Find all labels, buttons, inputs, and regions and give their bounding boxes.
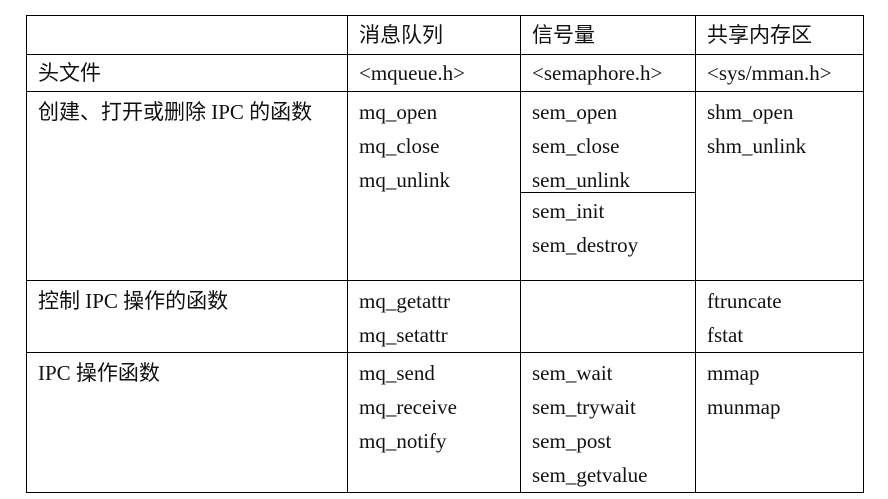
shm-create-functions: shm_open shm_unlink — [696, 92, 863, 163]
function-name: mq_notify — [359, 429, 447, 453]
function-name: mq_setattr — [359, 323, 448, 347]
function-name: sem_getvalue — [532, 463, 648, 487]
function-name: sem_post — [532, 429, 612, 453]
function-name: mq_receive — [359, 395, 457, 419]
header-row: 消息队列 信号量 共享内存区 — [26, 15, 864, 55]
function-name: shm_unlink — [707, 134, 807, 158]
function-name: mmap — [707, 361, 760, 385]
ipc-comparison-table: 消息队列 信号量 共享内存区 头文件 <mqueue.h> <semaphore… — [26, 15, 864, 493]
function-name: mq_getattr — [359, 289, 450, 313]
function-name: munmap — [707, 395, 781, 419]
function-name: sem_init — [532, 199, 605, 223]
function-name: sem_unlink — [532, 168, 630, 192]
shm-control-functions: ftruncate fstat — [696, 281, 863, 352]
function-name: fstat — [707, 323, 744, 347]
function-name: mq_open — [359, 100, 438, 124]
mq-operation-functions: mq_send mq_receive mq_notify — [348, 353, 520, 458]
function-name: sem_wait — [532, 361, 613, 385]
function-name: shm_open — [707, 100, 794, 124]
row-label-header-files: 头文件 — [38, 61, 101, 85]
row-label-operations: IPC 操作函数 — [38, 361, 160, 385]
header-corner-cell — [26, 15, 348, 55]
sem-operation-functions: sem_wait sem_trywait sem_post sem_getval… — [521, 353, 695, 492]
table-row-control: 控制 IPC 操作的函数 mq_getattr mq_setattr ftrun… — [26, 280, 864, 353]
function-name: sem_open — [532, 100, 618, 124]
shm-header-file: <sys/mman.h> — [707, 61, 832, 85]
function-name: mq_unlink — [359, 168, 451, 192]
page: 消息队列 信号量 共享内存区 头文件 <mqueue.h> <semaphore… — [0, 0, 888, 499]
function-name: mq_close — [359, 134, 440, 158]
row-label-create-open-delete: 创建、打开或删除 IPC 的函数 — [38, 100, 313, 124]
sem-header-file: <semaphore.h> — [532, 61, 663, 85]
shm-operation-functions: mmap munmap — [696, 353, 863, 424]
sem-unnamed-functions: sem_init sem_destroy — [521, 193, 695, 262]
table-row-create-open-delete: 创建、打开或删除 IPC 的函数 mq_open mq_close mq_unl… — [26, 91, 864, 281]
function-name: ftruncate — [707, 289, 782, 313]
function-name: mq_send — [359, 361, 435, 385]
table-row-header-files: 头文件 <mqueue.h> <semaphore.h> <sys/mman.h… — [26, 54, 864, 92]
row-label-control: 控制 IPC 操作的函数 — [38, 289, 229, 313]
table-row-operations: IPC 操作函数 mq_send mq_receive mq_notify se… — [26, 352, 864, 493]
function-name: sem_trywait — [532, 395, 636, 419]
mq-create-functions: mq_open mq_close mq_unlink — [348, 92, 520, 197]
mq-control-functions: mq_getattr mq_setattr — [348, 281, 520, 352]
header-semaphore: 信号量 — [520, 15, 696, 55]
mq-header-file: <mqueue.h> — [359, 61, 465, 85]
header-shared-memory: 共享内存区 — [695, 15, 864, 55]
function-name: sem_destroy — [532, 233, 639, 257]
header-message-queue: 消息队列 — [347, 15, 521, 55]
sem-named-functions: sem_open sem_close sem_unlink — [521, 92, 695, 193]
sem-control-empty-cell — [520, 280, 696, 353]
function-name: sem_close — [532, 134, 620, 158]
